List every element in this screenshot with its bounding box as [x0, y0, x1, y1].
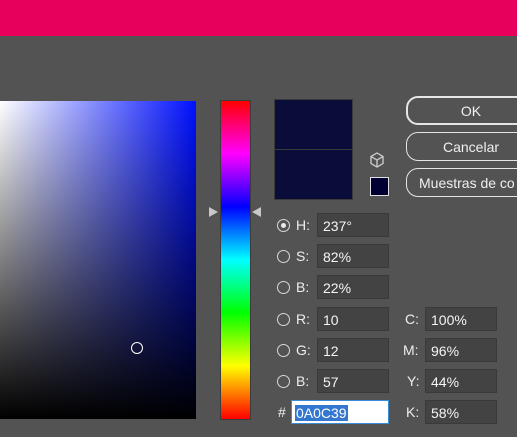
hue-slider-handle-left[interactable]: [209, 207, 218, 217]
red-label: R:: [296, 311, 310, 327]
hue-slider[interactable]: [221, 101, 250, 419]
dialog-title-bar: [0, 0, 517, 36]
red-input[interactable]: 10: [317, 307, 389, 331]
brightness-input[interactable]: 22%: [317, 275, 389, 299]
color-field[interactable]: [0, 101, 196, 419]
radio-saturation[interactable]: [277, 250, 290, 263]
blue-label: B:: [296, 373, 310, 389]
radio-brightness[interactable]: [277, 281, 290, 294]
cyan-label: C:: [405, 311, 419, 327]
green-input[interactable]: 12: [317, 338, 389, 362]
hex-value: 0A0C39: [295, 405, 348, 421]
hue-input[interactable]: 237°: [317, 213, 389, 237]
hex-label: #: [278, 404, 286, 420]
magenta-input[interactable]: 96%: [425, 338, 497, 362]
green-label: G:: [296, 342, 311, 358]
yellow-label: Y:: [407, 373, 420, 389]
radio-hue[interactable]: [277, 219, 290, 232]
cancel-button[interactable]: Cancelar: [406, 132, 517, 161]
black-label: K:: [406, 404, 420, 420]
radio-red[interactable]: [277, 313, 290, 326]
current-color-swatch[interactable]: [274, 149, 353, 200]
hue-slider-handle-right[interactable]: [252, 207, 261, 217]
black-input[interactable]: 58%: [425, 400, 497, 424]
magenta-label: M:: [403, 342, 419, 358]
cyan-input[interactable]: 100%: [425, 307, 497, 331]
cube-icon[interactable]: [369, 152, 385, 168]
radio-green[interactable]: [277, 344, 290, 357]
radio-blue[interactable]: [277, 375, 290, 388]
hue-label: H:: [296, 217, 310, 233]
hex-input[interactable]: 0A0C39: [291, 400, 389, 424]
saturation-input[interactable]: 82%: [317, 244, 389, 268]
yellow-input[interactable]: 44%: [425, 369, 497, 393]
color-swatches-button[interactable]: Muestras de co: [406, 168, 517, 197]
ok-button[interactable]: OK: [406, 96, 517, 125]
brightness-label: B:: [296, 279, 310, 295]
websafe-color-swatch[interactable]: [370, 177, 389, 196]
blue-input[interactable]: 57: [317, 369, 389, 393]
color-field-cursor[interactable]: [131, 342, 143, 354]
saturation-label: S:: [296, 248, 310, 264]
new-color-swatch: [274, 99, 353, 150]
